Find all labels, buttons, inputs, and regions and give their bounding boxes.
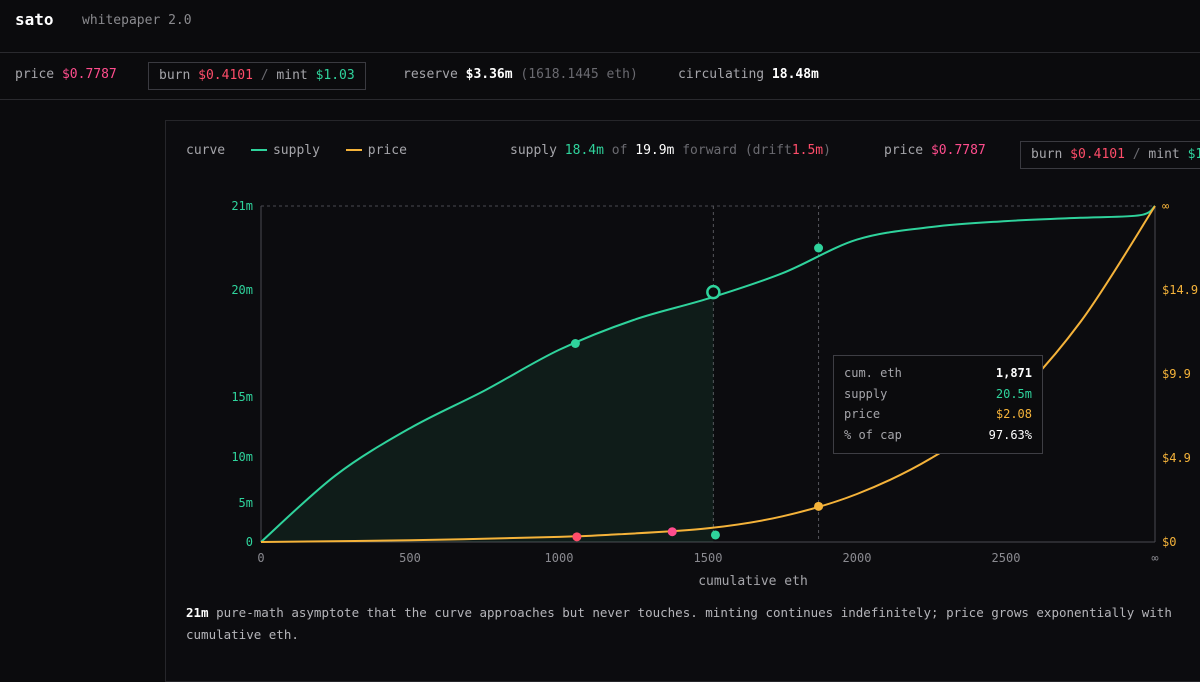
y-left-tick-label-3: 15m: [231, 390, 253, 404]
bonding-curve-chart[interactable]: 0 500 1000 1500 2000 2500 ∞ cumulative eth 0 5m 10…: [0, 0, 1200, 600]
marker-price-6: [814, 501, 824, 511]
hover-tooltip: cum. eth 1,871 supply 20.5m price $2.08 …: [833, 355, 1043, 454]
y-left-tick-label-0: 0: [246, 535, 253, 549]
y-left-tick-label-5: 21m: [231, 199, 253, 213]
y-right-tick-label-2: $9.9: [1162, 367, 1191, 381]
marker-supply-3: [710, 530, 720, 540]
asymptote-footnote: 21m pure-math asymptote that the curve a…: [186, 605, 1172, 642]
y-left-tick-label-2: 10m: [231, 450, 253, 464]
y-right-tick-label-3: $14.9: [1162, 283, 1198, 297]
x-tick-label-4: 2000: [843, 551, 872, 565]
x-tick-label-3: 1500: [694, 551, 723, 565]
supply-shaded-area: [261, 292, 716, 542]
y-right-tick-label-1: $4.9: [1162, 451, 1191, 465]
y-left-tick-label-1: 5m: [239, 496, 253, 510]
tooltip-row-supply: supply 20.5m: [844, 387, 1032, 401]
x-tick-label-5: 2500: [992, 551, 1021, 565]
y-right-tick-label-0: $0: [1162, 535, 1176, 549]
tooltip-row-price: price $2.08: [844, 407, 1032, 421]
x-axis-label: cumulative eth: [698, 574, 808, 589]
x-tick-label-2: 1000: [545, 551, 574, 565]
x-tick-label-6: ∞: [1151, 551, 1158, 565]
y-right-tick-label-4: ∞: [1162, 199, 1169, 213]
y-left-tick-label-4: 20m: [231, 283, 253, 297]
x-tick-label-1: 500: [399, 551, 421, 565]
marker-supply-2: [814, 243, 824, 253]
tooltip-row-cum-eth: cum. eth 1,871: [844, 366, 1032, 380]
marker-price-5: [667, 527, 677, 537]
x-tick-label-0: 0: [257, 551, 264, 565]
marker-highlight-1: [706, 284, 721, 300]
tooltip-row-pct-cap: % of cap 97.63%: [844, 428, 1032, 442]
marker-supply-0: [570, 339, 580, 348]
marker-price-4: [572, 532, 582, 542]
